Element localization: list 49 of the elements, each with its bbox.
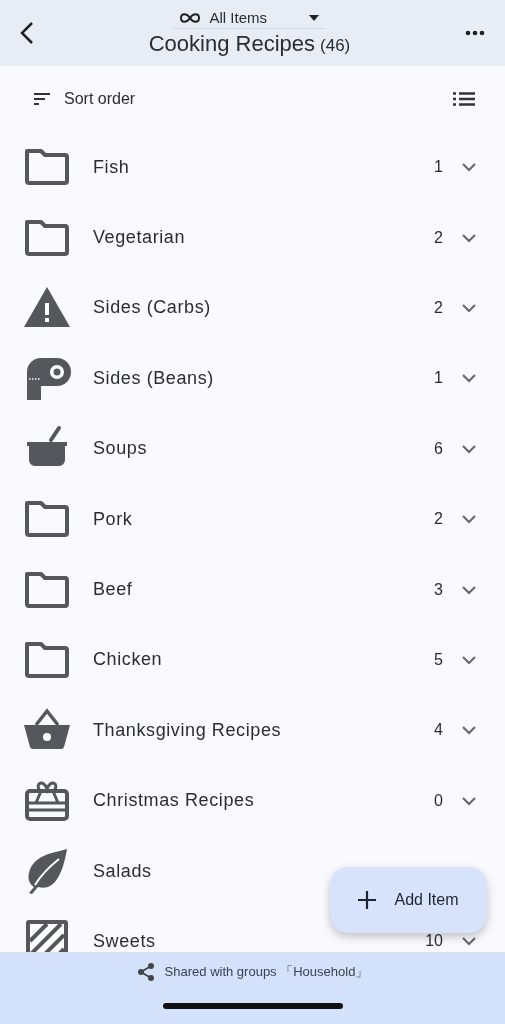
- chevron-down-icon[interactable]: [461, 795, 477, 806]
- add-item-button[interactable]: Add Item: [330, 867, 487, 933]
- category-count: 6: [433, 439, 443, 458]
- category-name: Beef: [93, 579, 134, 601]
- category-count: 5: [433, 650, 443, 669]
- item-count: (46): [320, 36, 351, 56]
- chevron-down-icon[interactable]: [461, 443, 477, 454]
- category-count: 10: [424, 932, 443, 951]
- category-name: Thanksgiving Recipes: [93, 719, 283, 741]
- dropdown-caret-icon: [309, 14, 320, 21]
- page-title: Cooking Recipes: [148, 31, 316, 57]
- chevron-down-icon[interactable]: [461, 162, 477, 173]
- category-name: Pork: [93, 508, 134, 530]
- category-name: Chicken: [93, 649, 164, 671]
- category-count: 1: [433, 158, 443, 177]
- category-count: 2: [433, 510, 443, 529]
- category-count: 1: [433, 369, 443, 388]
- share-icon: [136, 962, 155, 982]
- category-count: 3: [433, 580, 443, 599]
- list-icon: [453, 92, 475, 106]
- category-count: 4: [433, 721, 443, 740]
- category-count: 0: [433, 791, 443, 810]
- chevron-down-icon[interactable]: [461, 302, 477, 313]
- category-name: Sweets: [93, 931, 157, 952]
- category-name: Sides (Carbs): [93, 297, 212, 319]
- category-count: 2: [433, 228, 443, 247]
- category-name: Salads: [93, 860, 153, 882]
- category-name: Fish: [93, 156, 131, 178]
- chevron-down-icon[interactable]: [461, 584, 477, 595]
- category-name: Christmas Recipes: [93, 790, 256, 812]
- sort-icon: [34, 93, 50, 105]
- chevron-down-icon[interactable]: [461, 514, 477, 525]
- sort-order-button[interactable]: Sort order: [34, 90, 136, 108]
- back-icon: [20, 21, 34, 45]
- category-name: Soups: [93, 438, 149, 460]
- chevron-down-icon[interactable]: [461, 232, 477, 243]
- category-count: 2: [433, 298, 443, 317]
- chevron-down-icon[interactable]: [461, 654, 477, 665]
- list-view-button[interactable]: [453, 92, 475, 106]
- more-icon: [465, 30, 485, 36]
- shared-groups-text: Shared with groups 「Household」: [164, 963, 369, 981]
- category-name: Vegetarian: [93, 227, 187, 249]
- chevron-down-icon[interactable]: [461, 936, 477, 947]
- chevron-down-icon[interactable]: [461, 725, 477, 736]
- filter-dropdown[interactable]: All Items: [173, 9, 326, 29]
- category-name: Sides (Beans): [93, 367, 215, 389]
- plus-icon: [358, 891, 377, 909]
- infinity-icon: [179, 11, 202, 24]
- chevron-down-icon[interactable]: [461, 373, 477, 384]
